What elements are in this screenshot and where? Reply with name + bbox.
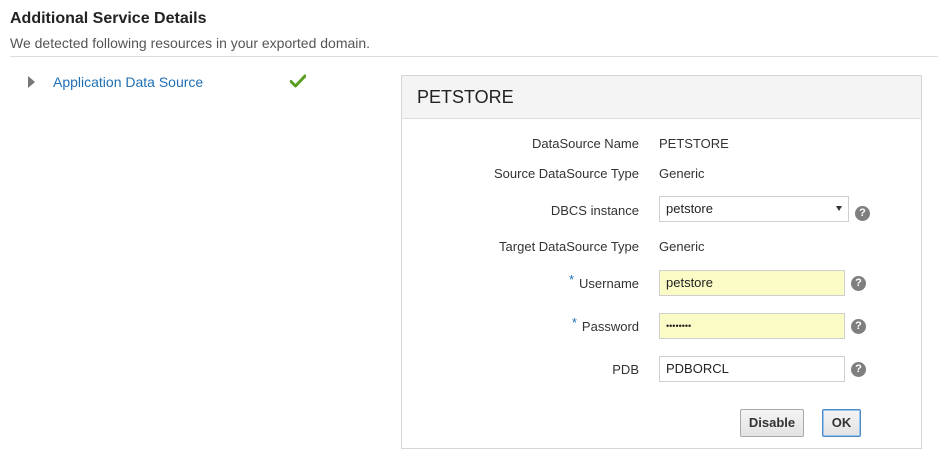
required-asterisk: *: [571, 315, 577, 330]
datasource-panel: PETSTORE DataSource Name PETSTORE Source…: [401, 75, 922, 449]
password-label-text: Password: [581, 319, 639, 334]
target-type-value: Generic: [659, 239, 705, 254]
password-input[interactable]: ••••••••: [659, 313, 845, 339]
username-label: * Username: [569, 272, 639, 291]
disable-button[interactable]: Disable: [740, 409, 804, 437]
datasource-name-label: DataSource Name: [532, 136, 639, 151]
dbcs-instance-selected: petstore: [666, 201, 713, 216]
check-icon: [290, 74, 306, 88]
dbcs-instance-label: DBCS instance: [550, 203, 639, 218]
help-icon[interactable]: ?: [851, 276, 866, 291]
panel-header: PETSTORE: [402, 76, 921, 119]
username-label-text: Username: [579, 276, 639, 291]
dbcs-instance-select[interactable]: petstore: [659, 196, 849, 222]
help-icon[interactable]: ?: [851, 319, 866, 334]
help-icon[interactable]: ?: [855, 206, 870, 221]
pdb-input[interactable]: PDBORCL: [659, 356, 845, 382]
ok-button[interactable]: OK: [822, 409, 861, 437]
target-type-label: Target DataSource Type: [499, 239, 639, 254]
source-type-label: Source DataSource Type: [493, 166, 639, 181]
page-subtitle: We detected following resources in your …: [10, 35, 371, 51]
help-icon[interactable]: ?: [851, 362, 866, 377]
tree-item-application-data-source[interactable]: Application Data Source: [24, 72, 324, 92]
chevron-down-icon: [836, 206, 842, 211]
pdb-label: PDB: [612, 362, 639, 377]
expand-triangle-icon[interactable]: [28, 76, 35, 88]
panel-title: PETSTORE: [417, 87, 514, 107]
header-divider: [10, 56, 938, 57]
datasource-name-value: PETSTORE: [659, 136, 729, 151]
password-label: * Password: [572, 315, 639, 334]
required-asterisk: *: [568, 272, 575, 287]
page-title: Additional Service Details: [10, 10, 207, 27]
tree-item-label[interactable]: Application Data Source: [53, 74, 203, 90]
source-type-value: Generic: [659, 166, 705, 181]
username-input[interactable]: petstore: [659, 270, 845, 296]
